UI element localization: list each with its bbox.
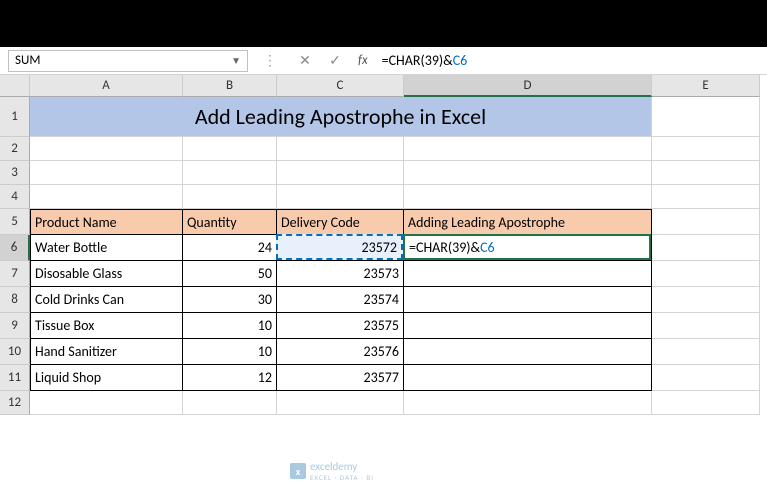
row-header-10[interactable]: 10: [0, 339, 30, 365]
col-header-D[interactable]: D: [404, 75, 652, 97]
row-header-5[interactable]: 5: [0, 209, 30, 235]
row-header-6[interactable]: 6: [0, 235, 30, 261]
col-header-E[interactable]: E: [652, 75, 760, 97]
header-product[interactable]: Product Name: [30, 209, 183, 235]
cell-code-1[interactable]: 23573: [277, 261, 404, 287]
row-header-3[interactable]: 3: [0, 161, 30, 185]
cell-E4[interactable]: [652, 185, 760, 209]
row-header-1[interactable]: 1: [0, 97, 30, 137]
cell-C12[interactable]: [277, 391, 404, 415]
watermark: x exceldemy EXCEL · DATA · BI: [290, 460, 374, 482]
cell-code-5[interactable]: 23577: [277, 365, 404, 391]
header-apostrophe[interactable]: Adding Leading Apostrophe: [404, 209, 652, 235]
cell-code-4[interactable]: 23576: [277, 339, 404, 365]
cell-product-0[interactable]: Water Bottle: [30, 235, 183, 261]
cell-B12[interactable]: [183, 391, 277, 415]
watermark-icon: x: [290, 463, 306, 479]
cell-E11[interactable]: [652, 365, 760, 391]
cell-result-4[interactable]: [404, 339, 652, 365]
cell-product-2[interactable]: Cold Drinks Can: [30, 287, 183, 313]
row-headers: 123456789101112: [0, 97, 30, 415]
formula-ref: C6: [453, 52, 468, 69]
col-header-C[interactable]: C: [277, 75, 404, 97]
cell-A12[interactable]: [30, 391, 183, 415]
cell-result-3[interactable]: [404, 313, 652, 339]
cell-D12[interactable]: [404, 391, 652, 415]
cell-qty-3[interactable]: 10: [183, 313, 277, 339]
cell-qty-1[interactable]: 50: [183, 261, 277, 287]
row-header-11[interactable]: 11: [0, 365, 30, 391]
cell-code-3[interactable]: 23575: [277, 313, 404, 339]
cell-qty-5[interactable]: 12: [183, 365, 277, 391]
cell-A3[interactable]: [30, 161, 183, 185]
name-box[interactable]: SUM ▼: [8, 50, 248, 72]
enter-icon[interactable]: ✓: [322, 50, 348, 72]
row-header-2[interactable]: 2: [0, 137, 30, 161]
cell-D2[interactable]: [404, 137, 652, 161]
row-header-9[interactable]: 9: [0, 313, 30, 339]
cell-qty-4[interactable]: 10: [183, 339, 277, 365]
row-header-7[interactable]: 7: [0, 261, 30, 287]
row-header-12[interactable]: 12: [0, 391, 30, 415]
watermark-tagline: EXCEL · DATA · BI: [310, 473, 374, 482]
cell-result-2[interactable]: [404, 287, 652, 313]
title-cell[interactable]: Add Leading Apostrophe in Excel: [30, 97, 652, 137]
col-header-A[interactable]: A: [30, 75, 183, 97]
cell-E2[interactable]: [652, 137, 760, 161]
cancel-icon[interactable]: ✕: [292, 50, 318, 72]
cell-D4[interactable]: [404, 185, 652, 209]
cell-E3[interactable]: [652, 161, 760, 185]
cell-D3[interactable]: [404, 161, 652, 185]
cell-product-3[interactable]: Tissue Box: [30, 313, 183, 339]
cell-result-5[interactable]: [404, 365, 652, 391]
cell-E6[interactable]: [652, 235, 760, 261]
cell-product-1[interactable]: Disosable Glass: [30, 261, 183, 287]
cell-qty-0[interactable]: 24: [183, 235, 277, 261]
row-header-4[interactable]: 4: [0, 185, 30, 209]
formula-text: =CHAR(39)&: [382, 52, 453, 69]
cell-C4[interactable]: [277, 185, 404, 209]
select-all-corner[interactable]: [0, 75, 30, 97]
chevron-down-icon[interactable]: ▼: [231, 54, 241, 67]
cell-B3[interactable]: [183, 161, 277, 185]
cell-C3[interactable]: [277, 161, 404, 185]
cell-E7[interactable]: [652, 261, 760, 287]
editing-cell-D6[interactable]: =CHAR(39)&C6: [403, 234, 651, 260]
cell-A4[interactable]: [30, 185, 183, 209]
cell-C2[interactable]: [277, 137, 404, 161]
cell-code-2[interactable]: 23574: [277, 287, 404, 313]
cell-E9[interactable]: [652, 313, 760, 339]
cell-qty-2[interactable]: 30: [183, 287, 277, 313]
formula-bar: SUM ▼ ⋮ ✕ ✓ fx =CHAR(39)&C6: [0, 47, 767, 75]
cell-B2[interactable]: [183, 137, 277, 161]
cell-E8[interactable]: [652, 287, 760, 313]
column-headers: ABCDE: [30, 75, 760, 97]
formula-input[interactable]: =CHAR(39)&C6: [378, 50, 759, 71]
fx-icon[interactable]: fx: [352, 53, 374, 68]
cell-product-4[interactable]: Hand Sanitizer: [30, 339, 183, 365]
cell-E1[interactable]: [652, 97, 760, 137]
cell-B4[interactable]: [183, 185, 277, 209]
name-box-value: SUM: [15, 53, 40, 68]
divider: ⋮: [252, 52, 288, 69]
cell-E5[interactable]: [652, 209, 760, 235]
header-code[interactable]: Delivery Code: [277, 209, 404, 235]
referenced-cell-C6[interactable]: 23572: [276, 234, 403, 260]
watermark-brand: exceldemy: [310, 460, 357, 473]
row-header-8[interactable]: 8: [0, 287, 30, 313]
header-qty[interactable]: Quantity: [183, 209, 277, 235]
cell-E10[interactable]: [652, 339, 760, 365]
cell-A2[interactable]: [30, 137, 183, 161]
col-header-B[interactable]: B: [183, 75, 277, 97]
cell-result-1[interactable]: [404, 261, 652, 287]
cell-E12[interactable]: [652, 391, 760, 415]
cell-product-5[interactable]: Liquid Shop: [30, 365, 183, 391]
